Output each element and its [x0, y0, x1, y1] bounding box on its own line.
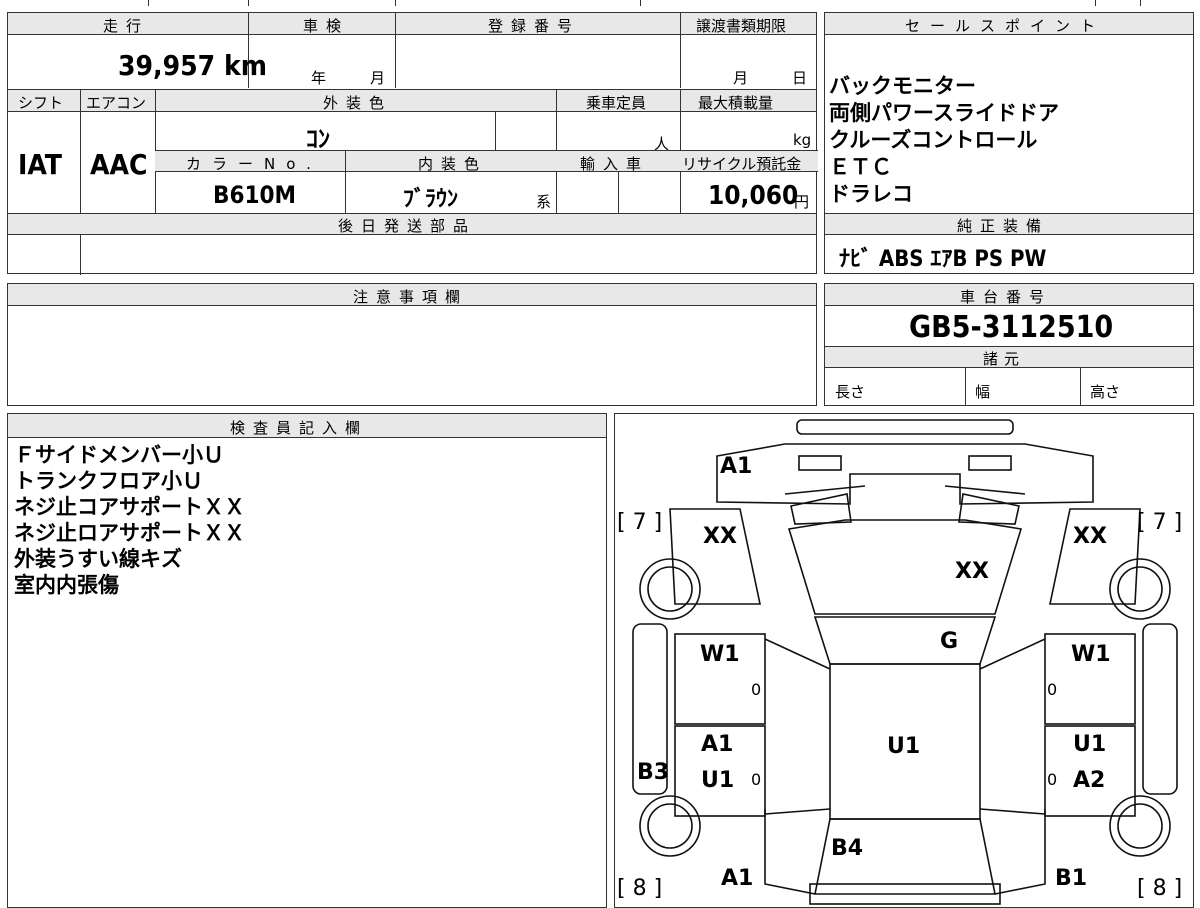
- notes-label: 注意事項欄: [353, 288, 469, 306]
- later-parts-label: 後日発送部品: [338, 217, 477, 235]
- inspector-item: 室内内張傷: [14, 573, 119, 597]
- inspector-item: Ｆサイドメンバー小Ｕ: [14, 443, 224, 467]
- label-front-bumper: A1: [720, 454, 753, 479]
- inspector-label: 検査員記入欄: [230, 419, 369, 437]
- mileage-value: 39,957 km: [118, 49, 267, 82]
- sales-points-label: セールスポイント: [905, 17, 1106, 35]
- inspector-item: 外装うすい線キズ: [14, 547, 182, 571]
- chassis-label: 車台番号: [960, 288, 1053, 306]
- label-right-rear-quarter: B1: [1055, 866, 1088, 891]
- label-hood: XX: [955, 559, 989, 584]
- label-left-pillar: B3: [637, 760, 670, 785]
- aircon-label: エアコン: [86, 94, 147, 112]
- shift-label: シフト: [18, 94, 64, 112]
- label-left-front-door: W1: [700, 642, 740, 667]
- capacity-label: 乗車定員: [586, 94, 647, 112]
- sales-point-item: ＥＴＣ: [829, 155, 892, 179]
- label-left-rear-quarter: A1: [721, 866, 754, 891]
- transfer-month-unit: 月: [733, 69, 749, 87]
- sales-point-item: 両側パワースライドドア: [829, 101, 1059, 125]
- inspector-item: ネジ止コアサポートＸＸ: [14, 495, 245, 519]
- label-right-front-fender: XX: [1073, 524, 1107, 549]
- label-trunk: B4: [831, 836, 864, 861]
- recycle-unit: 円: [794, 193, 810, 211]
- equipment-label: 純正装備: [957, 217, 1050, 235]
- chassis-box: 車台番号 GB5-3112510 諸元 長さ 幅 高さ: [824, 283, 1194, 406]
- max-load-unit: kg: [793, 131, 812, 149]
- label-right-rear-door-a: A2: [1073, 768, 1106, 793]
- sales-points-list: バックモニター 両側パワースライドドア クルーズコントロール ＥＴＣ ドラレコ: [829, 73, 1059, 208]
- label-tire-front-right: [ 7 ]: [1137, 510, 1183, 535]
- inspector-item: トランクフロア小Ｕ: [14, 469, 203, 493]
- label-right-rear-door-u: U1: [1073, 732, 1107, 757]
- notes-box: 注意事項欄: [7, 283, 817, 406]
- inspector-box: 検査員記入欄 Ｆサイドメンバー小Ｕ トランクフロア小Ｕ ネジ止コアサポートＸＸ …: [7, 413, 607, 908]
- recycle-label: リサイクル預託金: [682, 155, 802, 173]
- zero-mark: 0: [751, 680, 762, 699]
- transfer-day-unit: 日: [792, 69, 808, 87]
- inspection-month-unit: 月: [370, 69, 386, 87]
- sales-point-item: バックモニター: [829, 74, 976, 98]
- registration-label: 登録番号: [488, 17, 581, 35]
- exterior-color-value: ｺﾝ: [306, 125, 330, 153]
- label-left-front-fender: XX: [703, 524, 737, 549]
- interior-color-value: ﾌﾞﾗｳﾝ: [403, 187, 459, 212]
- max-load-label: 最大積載量: [698, 94, 774, 112]
- height-label: 高さ: [1090, 383, 1121, 401]
- zero-mark: 0: [1047, 680, 1058, 699]
- sales-point-item: ドラレコ: [829, 182, 913, 206]
- label-left-rear-door-u: U1: [701, 768, 735, 793]
- sales-point-item: クルーズコントロール: [829, 128, 1038, 152]
- shift-value: IAT: [18, 148, 62, 181]
- label-right-front-door: W1: [1071, 642, 1111, 667]
- damage-diagram: A1 XX XX XX G W1 W1 A1 U1 U1 U1 A2 B3 B4…: [614, 413, 1194, 908]
- import-label: 輸入車: [580, 155, 650, 173]
- zero-mark: 0: [751, 770, 762, 789]
- color-no-value: B610M: [213, 181, 297, 209]
- transfer-deadline-label: 譲渡書類期限: [696, 17, 787, 35]
- inspection-year-unit: 年: [311, 69, 327, 87]
- mileage-label: 走行: [103, 17, 150, 35]
- dimensions-label: 諸元: [983, 350, 1026, 368]
- inspector-item: ネジ止ロアサポートＸＸ: [14, 521, 245, 545]
- interior-color-suffix: 系: [536, 193, 552, 211]
- width-label: 幅: [975, 383, 991, 401]
- aircon-value: AAC: [90, 148, 148, 181]
- inspection-label: 車検: [303, 17, 350, 35]
- color-no-label: カラーNo.: [186, 155, 322, 173]
- zero-mark: 0: [1047, 770, 1058, 789]
- inspector-list: Ｆサイドメンバー小Ｕ トランクフロア小Ｕ ネジ止コアサポートＸＸ ネジ止ロアサポ…: [14, 442, 245, 598]
- sales-points-box: セールスポイント バックモニター 両側パワースライドドア クルーズコントロール …: [824, 12, 1194, 274]
- label-tire-rear-left: [ 8 ]: [617, 876, 663, 901]
- label-tire-rear-right: [ 8 ]: [1137, 876, 1183, 901]
- label-left-rear-door-a: A1: [701, 732, 734, 757]
- recycle-value: 10,060: [708, 181, 799, 211]
- equipment-value: ﾅﾋﾞ ABS ｴｱB PS PW: [839, 247, 1047, 272]
- chassis-value: GB5-3112510: [909, 310, 1114, 345]
- vehicle-info-table: 走行 車検 登録番号 譲渡書類期限 39,957 km 年 月 月 日 シフト …: [7, 12, 818, 275]
- interior-color-label: 内装色: [418, 155, 488, 173]
- label-roof: U1: [887, 734, 921, 759]
- label-windshield: G: [940, 629, 959, 654]
- exterior-color-label: 外装色: [323, 94, 393, 112]
- length-label: 長さ: [835, 383, 866, 401]
- label-tire-front-left: [ 7 ]: [617, 510, 663, 535]
- top-strip: [0, 0, 1200, 6]
